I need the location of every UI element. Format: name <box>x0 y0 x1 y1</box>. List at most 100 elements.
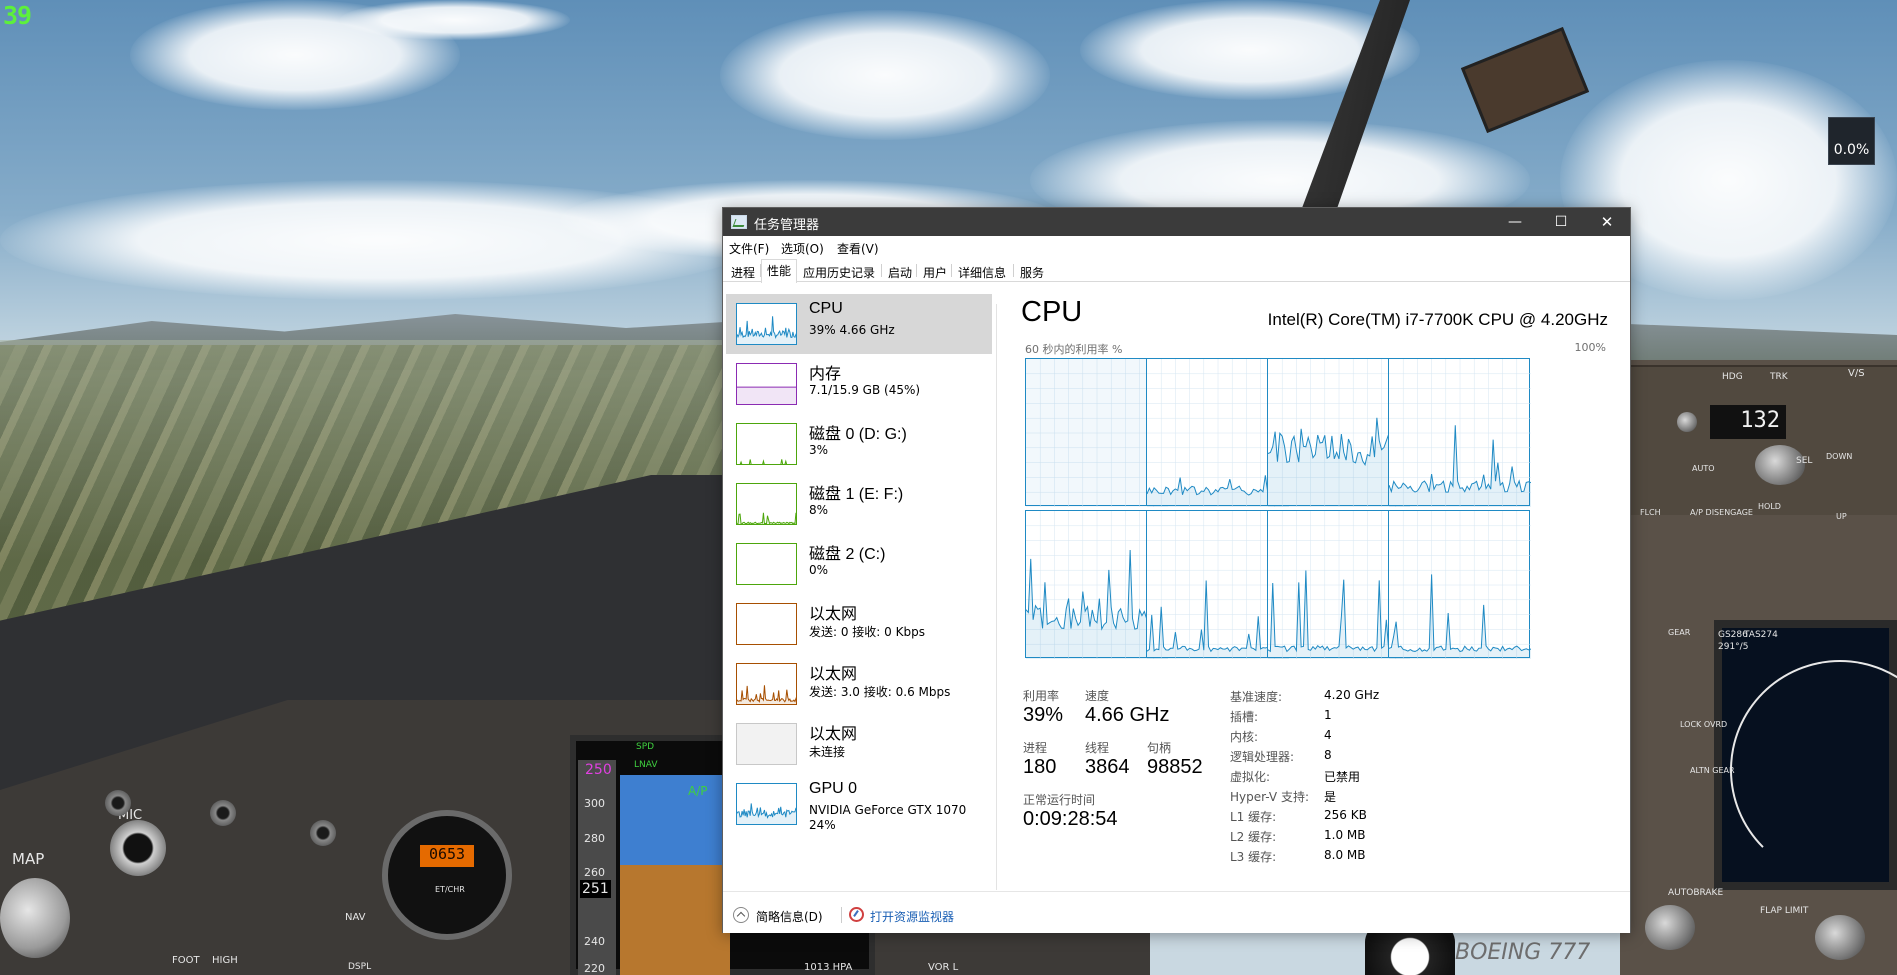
device-item-memory[interactable]: 内存 7.1/15.9 GB (45%) <box>726 354 992 414</box>
pfd-tick: 260 <box>584 866 605 879</box>
autobrake-label: AUTOBRAKE <box>1668 888 1724 898</box>
mcp-vs-label: V/S <box>1848 368 1865 379</box>
meter-widget[interactable]: 0.0% <box>1828 117 1875 165</box>
tab-details[interactable]: 详细信息 <box>952 261 1012 282</box>
usage-line <box>737 512 796 524</box>
mcp-hdg-label: HDG <box>1722 372 1743 382</box>
ethernet-3-thumbnail <box>736 723 797 765</box>
cpu-model: Intel(R) Core(TM) i7-7700K CPU @ 4.20GHz <box>1267 310 1608 329</box>
flap-knob[interactable] <box>1815 915 1865 960</box>
tab-app-history[interactable]: 应用历史记录 <box>797 261 881 282</box>
maximize-button[interactable]: ☐ <box>1538 208 1584 236</box>
mcp-ap-disengage-label: A/P DISENGAGE <box>1690 508 1753 517</box>
device-item-ethernet-3[interactable]: 以太网 未连接 <box>726 714 992 774</box>
menu-view[interactable]: 查看(V) <box>837 240 879 257</box>
device-detail: 未连接 <box>809 745 846 759</box>
mcp-auto-label: AUTO <box>1692 464 1715 473</box>
device-item-ethernet-2[interactable]: 以太网 发送: 3.0 接收: 0.6 Mbps <box>726 654 992 714</box>
usage-line <box>737 316 796 339</box>
fps-counter: 39 <box>3 1 32 30</box>
nav-label: NAV <box>345 912 366 923</box>
lock-ovrd-label: LOCK OVRD <box>1680 720 1728 729</box>
uptime-label: 正常运行时间 <box>1023 793 1096 807</box>
vor-label: VOR L <box>928 962 959 973</box>
spec-value: 已禁用 <box>1324 770 1361 784</box>
mcp-trk-label: TRK <box>1770 372 1788 382</box>
map-knob[interactable] <box>0 878 70 958</box>
core-graph-3 <box>1388 358 1531 507</box>
pfd-ground <box>620 865 730 975</box>
menu-file[interactable]: 文件(F) <box>729 240 769 257</box>
device-item-gpu[interactable]: GPU 0 NVIDIA GeForce GTX 1070 24% <box>726 774 992 849</box>
tab-users[interactable]: 用户 <box>917 261 953 282</box>
menu-bar: 文件(F) 选项(O) 查看(V) <box>723 236 1630 258</box>
tab-processes[interactable]: 进程 <box>725 261 761 282</box>
dspl-label: DSPL <box>348 962 372 972</box>
processes-value: 180 <box>1023 756 1057 778</box>
cpu-core-graphs[interactable] <box>1025 358 1605 659</box>
device-detail: 发送: 3.0 接收: 0.6 Mbps <box>809 685 951 699</box>
spec-key: 虚拟化: <box>1230 770 1271 784</box>
spec-value: 1.0 MB <box>1324 828 1366 842</box>
spec-value: 8 <box>1324 748 1332 762</box>
open-resource-monitor-link[interactable]: 打开资源监视器 <box>870 908 954 925</box>
task-manager-window: 任务管理器 — ☐ ✕ 文件(F) 选项(O) 查看(V) 进程 性能 应用历史… <box>722 207 1631 933</box>
title-bar[interactable]: 任务管理器 — ☐ ✕ <box>723 208 1630 236</box>
disk-1-thumbnail <box>736 483 797 525</box>
ethernet-1-thumbnail <box>736 603 797 645</box>
graph-max-label: 100% <box>1574 341 1606 354</box>
device-item-disk-0[interactable]: 磁盘 0 (D: G:) 3% <box>726 414 992 474</box>
menu-options[interactable]: 选项(O) <box>781 240 824 257</box>
device-item-disk-1[interactable]: 磁盘 1 (E: F:) 8% <box>726 474 992 534</box>
spec-value: 4 <box>1324 728 1332 742</box>
usage-line <box>737 685 796 703</box>
footer: 简略信息(D) 打开资源监视器 <box>723 891 1630 933</box>
cloud <box>340 0 570 40</box>
gpu-thumbnail <box>736 783 797 825</box>
tab-services[interactable]: 服务 <box>1014 261 1050 282</box>
chevron-up-icon[interactable] <box>733 907 749 923</box>
uptime-value: 0:09:28:54 <box>1023 808 1118 830</box>
autobrake-knob[interactable] <box>1645 905 1695 950</box>
threads-label: 线程 <box>1085 741 1110 755</box>
spec-key: 插槽: <box>1230 710 1259 724</box>
threads-value: 3864 <box>1085 756 1130 778</box>
spec-key: Hyper-V 支持: <box>1230 790 1309 804</box>
pfd-ap-label: A/P <box>688 784 708 798</box>
screw <box>210 800 236 826</box>
device-item-disk-2[interactable]: 磁盘 2 (C:) 0% <box>726 534 992 594</box>
panel-title: CPU <box>1021 296 1083 328</box>
pfd-speed-readout: 251 <box>580 880 611 898</box>
window-title: 任务管理器 <box>754 218 820 233</box>
task-manager-icon <box>731 215 747 229</box>
device-name: 以太网 <box>809 726 858 743</box>
mcp-button[interactable] <box>1677 412 1697 432</box>
tab-startup[interactable]: 启动 <box>882 261 918 282</box>
spec-value: 256 KB <box>1324 808 1367 822</box>
pfd-speed-bug: 250 <box>585 762 612 778</box>
less-details-link[interactable]: 简略信息(D) <box>756 908 823 925</box>
nd-tas: TAS274 <box>1744 630 1778 640</box>
close-button[interactable]: ✕ <box>1584 208 1630 236</box>
usage-line <box>739 459 788 464</box>
spec-key: L1 缓存: <box>1230 810 1277 824</box>
pfd-spd-label: SPD <box>636 742 655 752</box>
mic-switch[interactable] <box>110 820 166 876</box>
device-item-ethernet-1[interactable]: 以太网 发送: 0 接收: 0 Kbps <box>726 594 992 654</box>
pfd-tick: 240 <box>584 935 605 948</box>
mode-control-panel <box>1625 365 1897 515</box>
cpu-thumbnail <box>736 303 797 345</box>
boeing-brand: BOEING 777 <box>1455 940 1591 965</box>
device-detail: 8% <box>809 503 829 517</box>
gear-label: GEAR <box>1668 628 1691 637</box>
device-item-cpu[interactable]: CPU 39% 4.66 GHz <box>726 294 992 354</box>
minimize-button[interactable]: — <box>1492 208 1538 236</box>
tab-performance[interactable]: 性能 <box>761 259 798 283</box>
device-name: 磁盘 0 (D: G:) <box>809 426 907 443</box>
mcp-heading-display: 132 <box>1710 405 1786 439</box>
disk-2-thumbnail <box>736 543 797 585</box>
pfd-tick: 220 <box>584 962 605 975</box>
device-name: 以太网 <box>809 606 858 623</box>
pfd-sky <box>620 775 730 865</box>
core-graph-7 <box>1388 510 1531 659</box>
